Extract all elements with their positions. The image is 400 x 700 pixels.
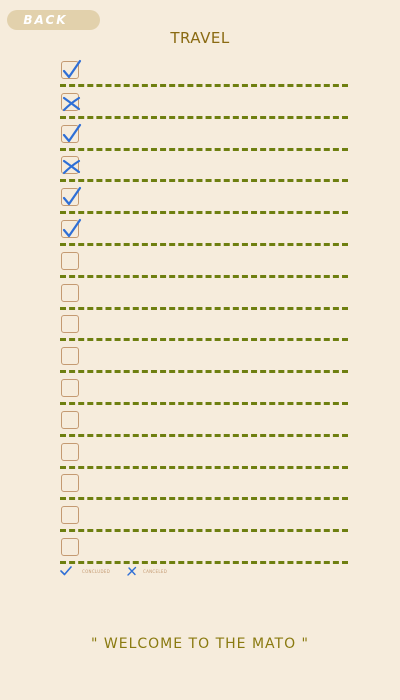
checklist-checkbox[interactable] [61,410,79,429]
checklist-row [60,248,348,278]
dashed-divider [60,561,348,564]
checklist-checkbox[interactable] [61,59,82,79]
dashed-divider [60,115,348,119]
checklist-row [60,407,348,437]
checklist-checkbox[interactable] [61,442,79,461]
check-icon [62,187,82,206]
dashed-divider [60,497,348,501]
checklist-checkbox[interactable] [61,283,79,302]
dashed-divider [60,433,348,437]
dashed-divider [60,529,348,533]
dashed-divider [60,370,348,374]
cross-icon [127,566,137,576]
checklist-row [60,470,348,501]
checklist-row [60,534,348,564]
checklist-row [60,152,348,183]
checklist [0,0,400,700]
checklist-row [60,375,348,405]
checklist-row [60,121,348,151]
dashed-divider [60,211,348,215]
checklist-checkbox[interactable] [61,474,79,493]
checklist-row [60,280,348,310]
checklist-row [60,311,348,342]
legend: CONCLUDED CANCELED [60,566,260,580]
checklist-row [60,343,348,374]
dashed-divider [60,306,348,310]
dashed-divider [60,402,348,405]
checklist-checkbox[interactable] [61,347,79,366]
checklist-checkbox[interactable] [61,218,82,238]
check-icon [60,566,72,576]
checklist-checkbox[interactable] [61,92,81,111]
footer-quote: " WELCOME TO THE MATO " [91,636,309,652]
checklist-checkbox[interactable] [61,251,79,270]
dashed-divider [60,84,348,87]
checklist-row [60,439,348,469]
checklist-checkbox[interactable] [61,538,79,556]
legend-concluded-label: CONCLUDED [82,568,111,574]
check-icon [62,218,82,238]
checklist-checkbox[interactable] [61,123,82,143]
dashed-divider [60,243,348,246]
checklist-row [60,502,348,533]
cross-icon [62,96,81,111]
check-icon [62,123,82,142]
dashed-divider [60,465,348,469]
legend-canceled: CANCELED [127,566,167,576]
dashed-divider [60,274,348,278]
checklist-row [60,89,348,119]
checklist-row [60,184,348,215]
dashed-divider [60,147,348,151]
cross-icon [62,160,81,175]
legend-canceled-label: CANCELED [143,568,168,574]
dashed-divider [60,338,348,342]
checklist-checkbox[interactable] [61,379,79,397]
checklist-checkbox[interactable] [61,315,79,334]
dashed-divider [60,179,348,183]
checklist-checkbox[interactable] [61,187,82,207]
checklist-row [60,57,348,87]
checklist-checkbox[interactable] [61,506,79,525]
checklist-checkbox[interactable] [61,156,81,175]
checklist-row [60,216,348,246]
legend-concluded: CONCLUDED [60,566,110,576]
check-icon [62,59,82,79]
